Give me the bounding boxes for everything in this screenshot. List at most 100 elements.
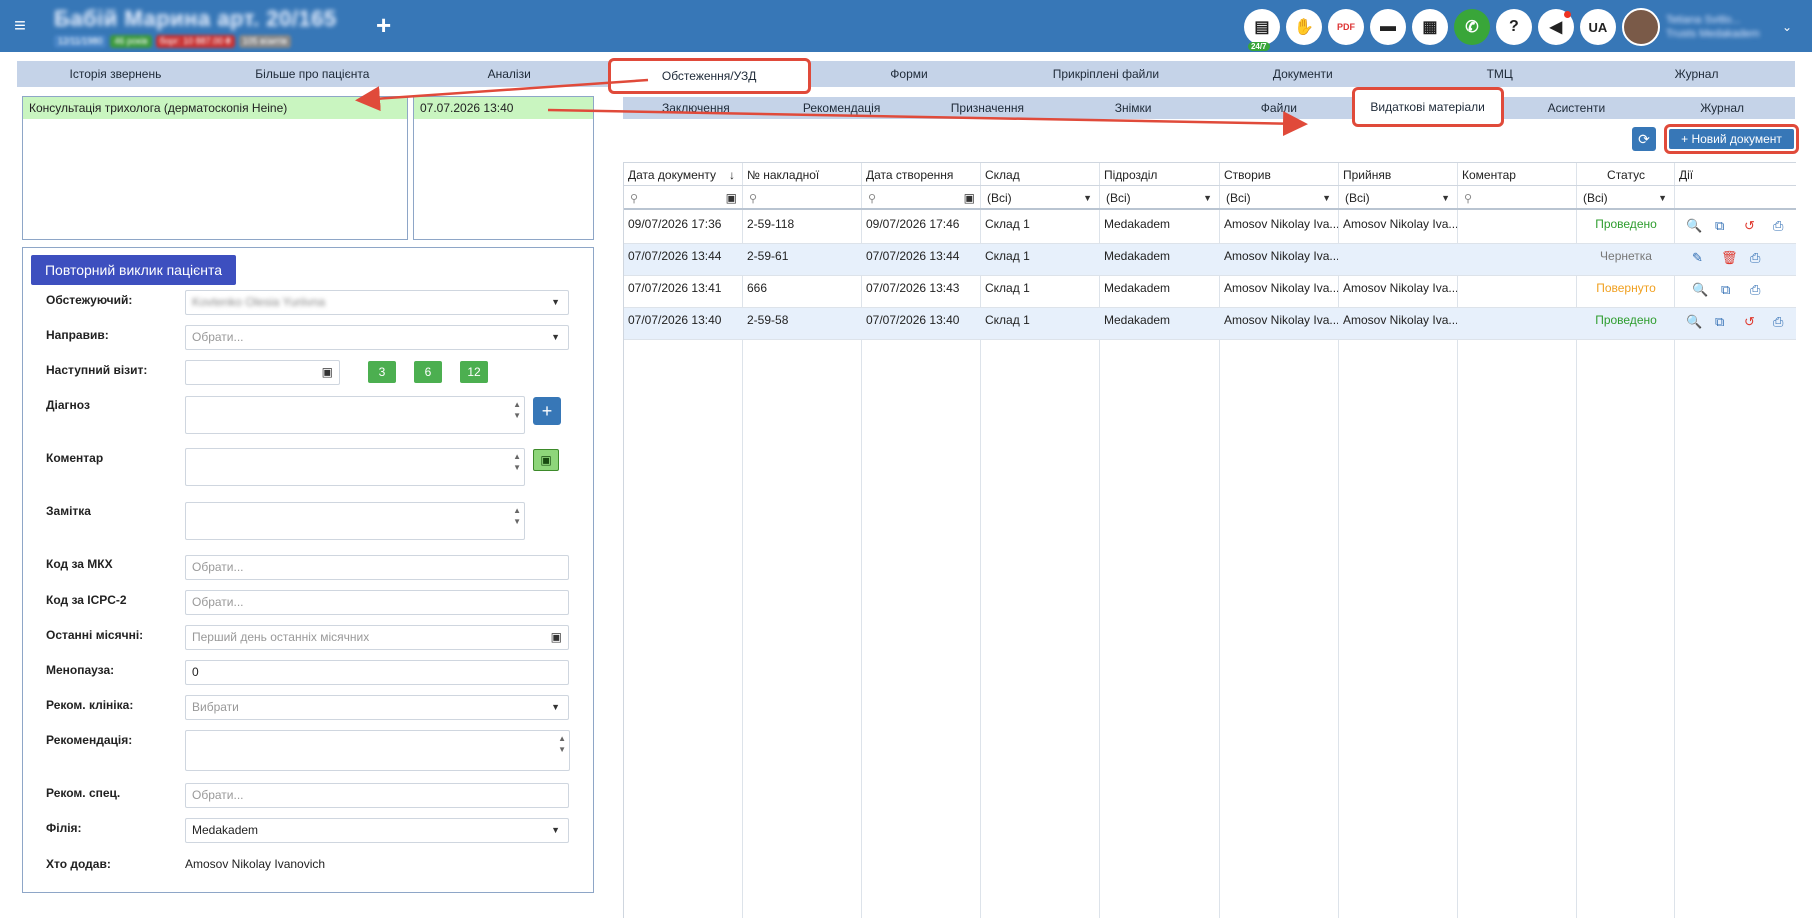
icd-input[interactable]: Обрати... (185, 555, 569, 580)
calendar-icon[interactable]: ▣ (551, 626, 562, 649)
diagnosis-textarea[interactable]: ▲ ▼ (185, 396, 525, 434)
filter-status[interactable]: (Всі) ▼ (1577, 186, 1675, 210)
list-item-visit[interactable]: Консультація трихолога (дерматоскопія He… (23, 97, 407, 119)
filter-created[interactable]: ⚲ ▣ (862, 186, 981, 210)
table-row[interactable]: 09/07/2026 17:36 2-59-118 09/07/2026 17:46… (624, 212, 1796, 244)
tab-files[interactable]: Файли (1206, 97, 1352, 119)
recommendation-textarea[interactable]: ▲ ▼ (185, 730, 570, 771)
calendar-icon[interactable]: ▣ (726, 186, 737, 210)
tab-examinations[interactable]: Обстеження/УЗД (607, 58, 811, 94)
col-warehouse[interactable]: Склад (981, 163, 1020, 187)
filter-comment[interactable]: ⚲ (1458, 186, 1577, 210)
sort-arrow-icon[interactable]: ↓ (729, 163, 735, 187)
table-row[interactable]: 07/07/2026 13:41 666 07/07/2026 13:43 Склад… (624, 276, 1796, 308)
print-icon[interactable]: ⎙ (1750, 282, 1760, 298)
spinner-icon[interactable]: ▲ ▼ (513, 505, 521, 527)
next-visit-12-button[interactable]: 12 (460, 361, 488, 383)
refresh-icon[interactable]: ⟳ (1632, 127, 1656, 151)
copy-icon[interactable]: ⧉ (1715, 218, 1724, 234)
language-button[interactable]: UA (1579, 9, 1616, 45)
next-visit-6-button[interactable]: 6 (414, 361, 442, 383)
help-icon[interactable]: ? (1495, 9, 1532, 45)
pdf-icon[interactable]: PDF (1327, 9, 1364, 45)
tab-inventory[interactable]: ТМЦ (1401, 61, 1598, 87)
filter-warehouse[interactable]: (Всі) ▼ (981, 186, 1100, 210)
filter-invoice[interactable]: ⚲ (743, 186, 862, 210)
tab-more-about-patient[interactable]: Більше про пацієнта (214, 61, 411, 87)
table-row[interactable]: 07/07/2026 13:44 2-59-61 07/07/2026 13:44 С… (624, 244, 1796, 276)
tab-journal[interactable]: Журнал (1598, 61, 1795, 87)
icpc-input[interactable]: Обрати... (185, 590, 569, 615)
chat-icon[interactable]: ▤ 24/7 (1243, 9, 1280, 51)
recall-patient-button[interactable]: Повторний виклик пацієнта (31, 255, 236, 285)
add-diagnosis-button[interactable]: + (533, 397, 561, 425)
col-invoice[interactable]: № накладної (743, 163, 819, 187)
search-icon[interactable]: 🔍 (1686, 218, 1702, 234)
tab-conclusion[interactable]: Заключення (623, 97, 769, 119)
rec-spec-input[interactable]: Обрати... (185, 783, 569, 808)
avatar[interactable] (1621, 8, 1660, 46)
filter-acceptor[interactable]: (Всі) ▼ (1339, 186, 1458, 210)
col-comment[interactable]: Коментар (1458, 163, 1516, 187)
phone-icon[interactable]: ✆ (1453, 9, 1490, 45)
last-period-input[interactable]: Перший день останніх місячних ▣ (185, 625, 569, 650)
filter-doc-date[interactable]: ⚲ ▣ (624, 186, 743, 210)
hamburger-icon[interactable]: ≡ (0, 15, 40, 38)
card-icon[interactable]: ▬ (1369, 9, 1406, 45)
tab-attached-files[interactable]: Прикріплені файли (1007, 61, 1204, 87)
tab-images[interactable]: Знімки (1060, 97, 1206, 119)
search-icon[interactable]: 🔍 (1686, 314, 1702, 330)
megaphone-icon[interactable]: ◀ (1537, 9, 1574, 45)
next-visit-date-input[interactable]: ▣ (185, 360, 340, 385)
calendar-icon[interactable]: ▣ (322, 361, 333, 384)
tab-documents[interactable]: Документи (1204, 61, 1401, 87)
note-textarea[interactable]: ▲ ▼ (185, 502, 525, 540)
undo-icon[interactable]: ↺ (1744, 314, 1755, 330)
new-document-button[interactable]: + Новий документ (1669, 129, 1794, 149)
hand-icon[interactable]: ✋ (1285, 9, 1322, 45)
col-created[interactable]: Дата створення (862, 163, 953, 187)
col-doc-date[interactable]: Дата документу ↓ (624, 163, 743, 187)
filter-division[interactable]: (Всі) ▼ (1100, 186, 1220, 210)
col-division[interactable]: Підрозділ (1100, 163, 1157, 187)
col-creator[interactable]: Створив (1220, 163, 1271, 187)
tab-sub-journal[interactable]: Журнал (1649, 97, 1795, 119)
print-icon[interactable]: ⎙ (1750, 250, 1760, 266)
tab-history[interactable]: Історія звернень (17, 61, 214, 87)
tab-recommendation[interactable]: Рекомендація (769, 97, 915, 119)
menopause-input[interactable]: 0 (185, 660, 569, 685)
list-item-visit-date[interactable]: 07.07.2026 13:40 (414, 97, 593, 119)
referred-select[interactable]: Обрати... ▼ (185, 325, 569, 350)
tab-prescriptions[interactable]: Призначення (915, 97, 1061, 119)
calculator-icon[interactable]: ▦ (1411, 9, 1448, 45)
plus-icon[interactable]: + (376, 10, 391, 41)
print-icon[interactable]: ⎙ (1773, 314, 1783, 330)
copy-icon[interactable]: ⧉ (1721, 282, 1730, 298)
patient-header[interactable]: Бабій Марина арт. 20/165 12/11/1980 46 р… (54, 6, 337, 48)
examiner-select[interactable]: Kovtenko Olesia Yuriivna ▼ (185, 290, 569, 315)
undo-icon[interactable]: ↺ (1744, 218, 1755, 234)
spinner-icon[interactable]: ▲ ▼ (513, 451, 521, 473)
tab-analyses[interactable]: Аналізи (411, 61, 608, 87)
next-visit-3-button[interactable]: 3 (368, 361, 396, 383)
spinner-icon[interactable]: ▲ ▼ (513, 399, 521, 421)
print-icon[interactable]: ⎙ (1773, 218, 1783, 234)
chevron-down-icon[interactable]: ⌄ (1782, 20, 1792, 34)
delete-icon[interactable]: 🗑 (1721, 250, 1738, 266)
table-row[interactable]: 07/07/2026 13:40 2-59-58 07/07/2026 13:40 С… (624, 308, 1796, 340)
user-info[interactable]: Tetiana Svitlo... Trusts Medakadem (1666, 13, 1776, 41)
calendar-icon[interactable]: ▣ (964, 186, 975, 210)
save-icon[interactable]: ▣ (533, 449, 559, 471)
filter-creator[interactable]: (Всі) ▼ (1220, 186, 1339, 210)
branch-select[interactable]: Medakadem ▼ (185, 818, 569, 843)
comment-textarea[interactable]: ▲ ▼ (185, 448, 525, 486)
spinner-icon[interactable]: ▲ ▼ (558, 733, 566, 755)
tab-assistants[interactable]: Асистенти (1504, 97, 1650, 119)
edit-icon[interactable]: ✎ (1692, 250, 1703, 266)
patient-name[interactable]: Бабій Марина арт. 20/165 (54, 6, 337, 32)
col-status[interactable]: Статус (1577, 163, 1675, 187)
search-icon[interactable]: 🔍 (1692, 282, 1708, 298)
rec-clinic-select[interactable]: Вибрати ▼ (185, 695, 569, 720)
copy-icon[interactable]: ⧉ (1715, 314, 1724, 330)
tab-forms[interactable]: Форми (811, 61, 1008, 87)
